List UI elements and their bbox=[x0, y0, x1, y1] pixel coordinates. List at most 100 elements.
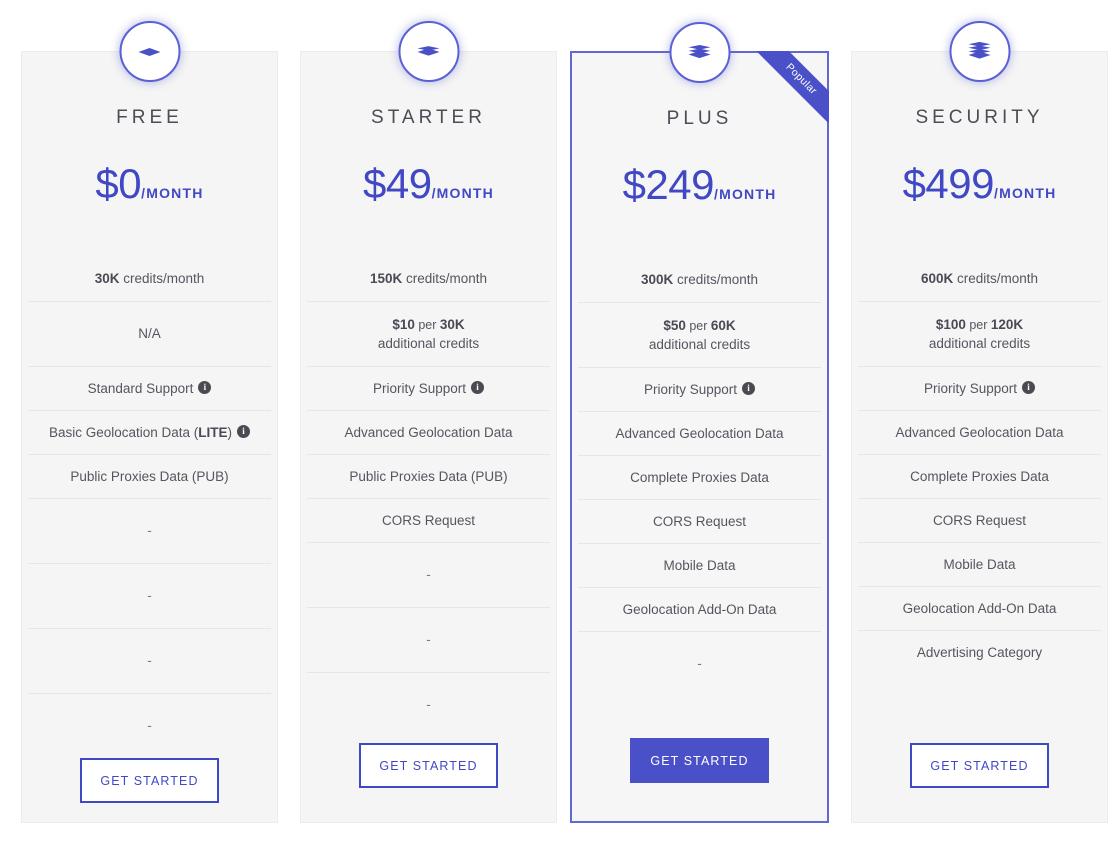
additional-credits-rate: $50 per 60K bbox=[649, 316, 750, 336]
addon-unit: 60K bbox=[710, 317, 736, 333]
feature-row-empty: - bbox=[578, 631, 821, 696]
additional-credits-block: $50 per 60K additional credits bbox=[649, 316, 750, 355]
feature-row: Mobile Data bbox=[578, 543, 821, 587]
feature-row: Advanced Geolocation Data bbox=[578, 411, 821, 455]
info-icon[interactable]: i bbox=[471, 381, 485, 394]
feature-row: Geolocation Add-On Data bbox=[578, 587, 821, 631]
additional-credits-rate: $10 per 30K bbox=[378, 315, 479, 335]
feature-label: 600K credits/month bbox=[921, 269, 1038, 288]
additional-credits-label: additional credits bbox=[648, 337, 751, 353]
feature-row: Priority Support i bbox=[858, 366, 1101, 410]
feature-row: $10 per 30K additional credits bbox=[307, 301, 550, 366]
price-amount: $0 bbox=[95, 160, 142, 207]
addon-per: per bbox=[685, 318, 711, 333]
additional-credits-block: $10 per 30K additional credits bbox=[378, 315, 479, 354]
info-icon[interactable]: i bbox=[1022, 381, 1036, 394]
get-started-button-plus[interactable]: GET STARTED bbox=[630, 738, 769, 783]
feature-label: Priority Support bbox=[372, 380, 467, 396]
feature-row: Standard Support i bbox=[28, 366, 271, 410]
feature-label: N/A bbox=[138, 326, 161, 342]
layers-1-icon bbox=[119, 21, 180, 82]
feature-row: Advertising Category bbox=[858, 630, 1101, 674]
info-icon[interactable]: i bbox=[237, 425, 251, 438]
plan-title-starter: STARTER bbox=[371, 107, 486, 128]
feature-row: Advanced Geolocation Data bbox=[307, 410, 550, 454]
get-started-button-security[interactable]: GET STARTED bbox=[910, 743, 1049, 788]
price-amount: $49 bbox=[363, 160, 432, 207]
feature-empty-dash: - bbox=[697, 656, 702, 672]
feature-list-starter: 150K credits/month $10 per 30K additional … bbox=[301, 257, 556, 737]
feature-row-empty: - bbox=[28, 563, 271, 628]
feature-row: Public Proxies Data (PUB) bbox=[28, 454, 271, 498]
addon-price: $100 bbox=[935, 316, 966, 332]
info-icon[interactable]: i bbox=[198, 381, 212, 394]
feature-list-free: 30K credits/month N/A Standard Support i Bas… bbox=[22, 257, 277, 758]
feature-label-pre: Basic Geolocation Data ( bbox=[48, 424, 199, 440]
feature-row: Complete Proxies Data bbox=[858, 454, 1101, 498]
feature-row: Priority Support i bbox=[307, 366, 550, 410]
feature-label: Advanced Geolocation Data bbox=[615, 425, 784, 441]
plan-title-security: SECURITY bbox=[915, 107, 1044, 128]
feature-row: Geolocation Add-On Data bbox=[858, 586, 1101, 630]
credits-amount: 600K bbox=[920, 271, 954, 287]
feature-label: Priority Support bbox=[643, 381, 738, 397]
credits-unit: credits/month bbox=[953, 271, 1039, 287]
feature-row: N/A bbox=[28, 301, 271, 366]
plan-price-free: $0/MONTH bbox=[22, 163, 277, 205]
feature-row-empty: - bbox=[307, 542, 550, 607]
popular-ribbon-label: Popular bbox=[783, 61, 820, 98]
feature-label: Complete Proxies Data bbox=[910, 468, 1049, 484]
pricing-page: FREE $0/MONTH 30K credits/month N/A Standard… bbox=[0, 0, 1108, 855]
plan-title-plus: PLUS bbox=[666, 108, 733, 129]
feature-row: 600K credits/month bbox=[858, 257, 1101, 301]
feature-empty-dash: - bbox=[426, 697, 431, 713]
feature-row: Advanced Geolocation Data bbox=[858, 410, 1101, 454]
pricing-plans-row: FREE $0/MONTH 30K credits/month N/A Standard… bbox=[0, 0, 1108, 855]
price-amount: $249 bbox=[622, 161, 715, 208]
feature-label-post: ) bbox=[227, 424, 233, 440]
feature-label: 30K credits/month bbox=[95, 269, 205, 288]
feature-label: Mobile Data bbox=[663, 557, 736, 573]
layers-4-icon bbox=[949, 21, 1010, 82]
credits-amount: 150K bbox=[369, 271, 403, 287]
feature-row: 300K credits/month bbox=[578, 258, 821, 302]
plan-price-security: $499/MONTH bbox=[852, 163, 1107, 205]
feature-row: Complete Proxies Data bbox=[578, 455, 821, 499]
credits-unit: credits/month bbox=[673, 272, 759, 288]
addon-per: per bbox=[965, 317, 991, 332]
cta-zone: GET STARTED bbox=[22, 758, 277, 837]
get-started-button-free[interactable]: GET STARTED bbox=[80, 758, 219, 803]
price-period: /MONTH bbox=[714, 186, 777, 202]
credits-unit: credits/month bbox=[119, 271, 205, 287]
feature-label: Advertising Category bbox=[916, 644, 1043, 660]
feature-label: 300K credits/month bbox=[641, 270, 758, 289]
addon-unit: 30K bbox=[439, 316, 465, 332]
feature-empty-dash: - bbox=[426, 632, 431, 648]
additional-credits-rate: $100 per 120K bbox=[929, 315, 1030, 335]
plan-title-free: FREE bbox=[116, 107, 183, 128]
feature-label: Geolocation Add-On Data bbox=[902, 600, 1057, 616]
credits-amount: 30K bbox=[94, 271, 120, 287]
feature-label: CORS Request bbox=[932, 512, 1027, 528]
additional-credits-block: $100 per 120K additional credits bbox=[929, 315, 1030, 354]
plan-price-plus: $249/MONTH bbox=[572, 164, 827, 206]
feature-label: Advanced Geolocation Data bbox=[344, 424, 513, 440]
credits-unit: credits/month bbox=[402, 271, 488, 287]
feature-label: CORS Request bbox=[652, 513, 747, 529]
feature-row: 150K credits/month bbox=[307, 257, 550, 301]
feature-empty-dash: - bbox=[147, 653, 152, 669]
feature-row: CORS Request bbox=[578, 499, 821, 543]
feature-empty-dash: - bbox=[147, 523, 152, 539]
feature-row: $100 per 120K additional credits bbox=[858, 301, 1101, 366]
plan-card-security: SECURITY $499/MONTH 600K credits/month $100… bbox=[851, 21, 1108, 823]
feature-row: Public Proxies Data (PUB) bbox=[307, 454, 550, 498]
feature-empty-dash: - bbox=[426, 567, 431, 583]
cta-zone: GET STARTED bbox=[572, 738, 827, 821]
get-started-button-starter[interactable]: GET STARTED bbox=[359, 743, 498, 788]
info-icon[interactable]: i bbox=[742, 382, 756, 395]
plan-card-free: FREE $0/MONTH 30K credits/month N/A Standard… bbox=[21, 21, 278, 823]
feature-label: CORS Request bbox=[381, 512, 476, 528]
additional-credits-label: additional credits bbox=[928, 336, 1031, 352]
feature-label: Public Proxies Data (PUB) bbox=[70, 468, 229, 484]
feature-row: Priority Support i bbox=[578, 367, 821, 411]
